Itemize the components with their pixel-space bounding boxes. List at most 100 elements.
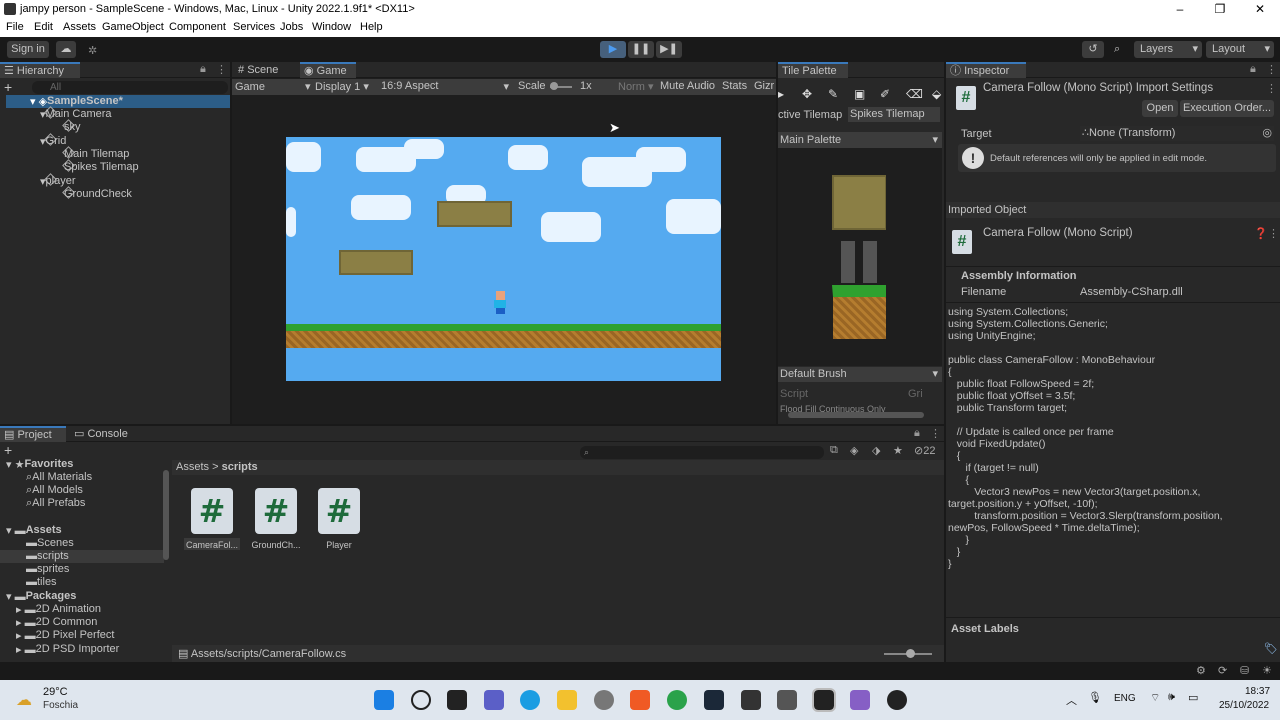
- package-2d-psd-importer[interactable]: ▸ ▬ 2D PSD Importer: [16, 643, 119, 656]
- folder-scripts[interactable]: ▬ scripts: [26, 550, 69, 562]
- game-mode-dropdown[interactable]: Game ▾: [235, 80, 311, 93]
- collab-status-icon[interactable]: ⛁: [1240, 664, 1249, 677]
- package-2d-pixel-perfect[interactable]: ▸ ▬ 2D Pixel Perfect: [16, 629, 114, 642]
- menu-gameobject[interactable]: GameObject: [102, 21, 164, 33]
- palette-cell[interactable]: [886, 230, 941, 285]
- package-2d-common[interactable]: ▸ ▬ 2D Common: [16, 616, 97, 629]
- file-camerafollow[interactable]: CameraFol...: [184, 540, 240, 550]
- fav-all-models[interactable]: ⌕ All Models: [26, 484, 83, 497]
- horizontal-scrollbar[interactable]: [788, 412, 924, 418]
- fav-all-prefabs[interactable]: ⌕ All Prefabs: [26, 497, 85, 510]
- play-button[interactable]: ▶: [600, 41, 626, 58]
- unity-icon[interactable]: [777, 690, 797, 710]
- folder-tiles[interactable]: ▬ tiles: [26, 576, 57, 588]
- scale-slider-handle[interactable]: [550, 82, 558, 90]
- eraser-tool-icon[interactable]: ⌫: [906, 87, 923, 101]
- folder-sprites[interactable]: ▬ sprites: [26, 563, 69, 575]
- language-indicator[interactable]: ENG: [1114, 693, 1136, 704]
- unity-editor-icon[interactable]: [812, 688, 836, 712]
- gizmos-button[interactable]: Gizr: [754, 80, 774, 92]
- file-explorer-icon[interactable]: [557, 690, 577, 710]
- pause-button[interactable]: ❚❚: [628, 41, 654, 58]
- tab-game[interactable]: ◉ Game: [300, 62, 356, 78]
- assets-folder[interactable]: ▾ ▬ Assets: [6, 524, 62, 537]
- tab-inspector[interactable]: ⓘ Inspector: [946, 62, 1026, 78]
- lock-icon[interactable]: 🔒︎: [200, 63, 206, 76]
- picker-tool-icon[interactable]: ✐: [880, 87, 890, 101]
- brush-dropdown[interactable]: Default Brush ▾: [778, 367, 942, 382]
- tab-console[interactable]: ▭ Console: [70, 426, 136, 442]
- microphone-icon[interactable]: 🎙︎: [1088, 691, 1102, 704]
- menu-assets[interactable]: Assets: [63, 21, 96, 33]
- stats-button[interactable]: Stats: [722, 80, 747, 92]
- chrome-icon[interactable]: [667, 690, 687, 710]
- weather-icon[interactable]: ☁: [16, 690, 38, 709]
- bug-icon[interactable]: ⚙: [1196, 664, 1206, 677]
- menu-component[interactable]: Component: [169, 21, 226, 33]
- history-icon[interactable]: ↺: [1082, 41, 1104, 58]
- add-icon[interactable]: +: [4, 442, 12, 458]
- menu-window[interactable]: Window: [312, 21, 351, 33]
- package-2d-animation[interactable]: ▸ ▬ 2D Animation: [16, 603, 101, 616]
- display-dropdown[interactable]: Display 1 ▾: [315, 80, 369, 93]
- steam-icon[interactable]: [704, 690, 724, 710]
- spike-tile[interactable]: [832, 230, 887, 285]
- menu-jobs[interactable]: Jobs: [280, 21, 303, 33]
- menu-edit[interactable]: Edit: [34, 21, 53, 33]
- close-button[interactable]: ✕: [1240, 0, 1280, 19]
- menu-help[interactable]: Help: [360, 21, 383, 33]
- grid-field[interactable]: Gri: [908, 388, 923, 400]
- select-tool-icon[interactable]: ▸: [778, 87, 784, 101]
- tree-item-samplescene[interactable]: ▾ ◈ SampleScene*: [30, 95, 123, 108]
- norm-dropdown[interactable]: Norm ▾: [618, 80, 653, 93]
- lock-icon[interactable]: 🔒︎: [914, 427, 920, 440]
- visual-studio-icon[interactable]: [850, 690, 870, 710]
- palette-dropdown[interactable]: Main Palette ▾: [778, 132, 942, 148]
- collab-icon[interactable]: ✲: [88, 44, 97, 57]
- tree-scrollbar[interactable]: [163, 470, 169, 560]
- search-icon[interactable]: [411, 690, 431, 710]
- tab-hierarchy[interactable]: ☰ Hierarchy: [0, 62, 80, 78]
- kebab-menu-icon[interactable]: ⋮: [1268, 227, 1279, 240]
- script-file-icon[interactable]: #: [191, 488, 233, 534]
- fill-tool-icon[interactable]: ⬙: [932, 87, 941, 101]
- target-picker-icon[interactable]: ◎: [1262, 126, 1272, 141]
- task-view-icon[interactable]: [447, 690, 467, 710]
- filter-type-icon[interactable]: ⧉: [830, 444, 838, 457]
- windows-start-icon[interactable]: [374, 690, 394, 710]
- sign-in-button[interactable]: Sign in: [7, 41, 49, 58]
- file-groundcheck[interactable]: GroundCh...: [248, 540, 304, 550]
- hidden-count-icon[interactable]: ⊘22: [914, 444, 935, 457]
- progress-icon[interactable]: ⟳: [1218, 664, 1227, 677]
- minimize-button[interactable]: –: [1160, 0, 1200, 19]
- grass-tile[interactable]: [832, 285, 887, 340]
- favorites-heading[interactable]: ▾ ★ Favorites: [6, 458, 73, 471]
- teams-chat-icon[interactable]: [484, 690, 504, 710]
- icon-size-slider-handle[interactable]: [906, 649, 915, 658]
- search-icon[interactable]: ⌕: [1114, 43, 1120, 56]
- step-button[interactable]: ▶❚: [656, 41, 682, 58]
- aspect-dropdown[interactable]: 16:9 Aspect ▾: [381, 80, 509, 93]
- unity-hub-icon[interactable]: [741, 690, 761, 710]
- breadcrumb-root[interactable]: Assets > scripts: [176, 461, 258, 473]
- favorite-icon[interactable]: ★: [893, 444, 903, 457]
- hierarchy-search-input[interactable]: All: [32, 81, 228, 94]
- box-fill-tool-icon[interactable]: ▣: [854, 87, 865, 101]
- cloud-icon[interactable]: ☁: [56, 41, 76, 58]
- tag-icon[interactable]: 🏷︎: [1264, 642, 1278, 655]
- kebab-menu-icon[interactable]: ⋮: [930, 427, 941, 440]
- palette-grid[interactable]: [778, 148, 942, 366]
- tag-icon[interactable]: ⬗: [872, 444, 880, 457]
- layout-dropdown[interactable]: Layout ▾: [1206, 41, 1274, 58]
- fav-all-materials[interactable]: ⌕ All Materials: [26, 471, 92, 484]
- tree-item-grid[interactable]: ▾ Grid: [40, 133, 66, 148]
- lock-icon[interactable]: 🔒︎: [1250, 63, 1256, 76]
- palette-cell[interactable]: [778, 230, 833, 285]
- tab-project[interactable]: ▤ Project: [0, 426, 66, 442]
- packages-folder[interactable]: ▾ ▬ Packages: [6, 590, 76, 603]
- light-icon[interactable]: ☀: [1262, 664, 1272, 677]
- open-button[interactable]: Open: [1142, 100, 1178, 117]
- kebab-menu-icon[interactable]: ⋮: [1266, 82, 1277, 95]
- palette-cell[interactable]: [886, 285, 941, 340]
- palette-cell[interactable]: [778, 285, 833, 340]
